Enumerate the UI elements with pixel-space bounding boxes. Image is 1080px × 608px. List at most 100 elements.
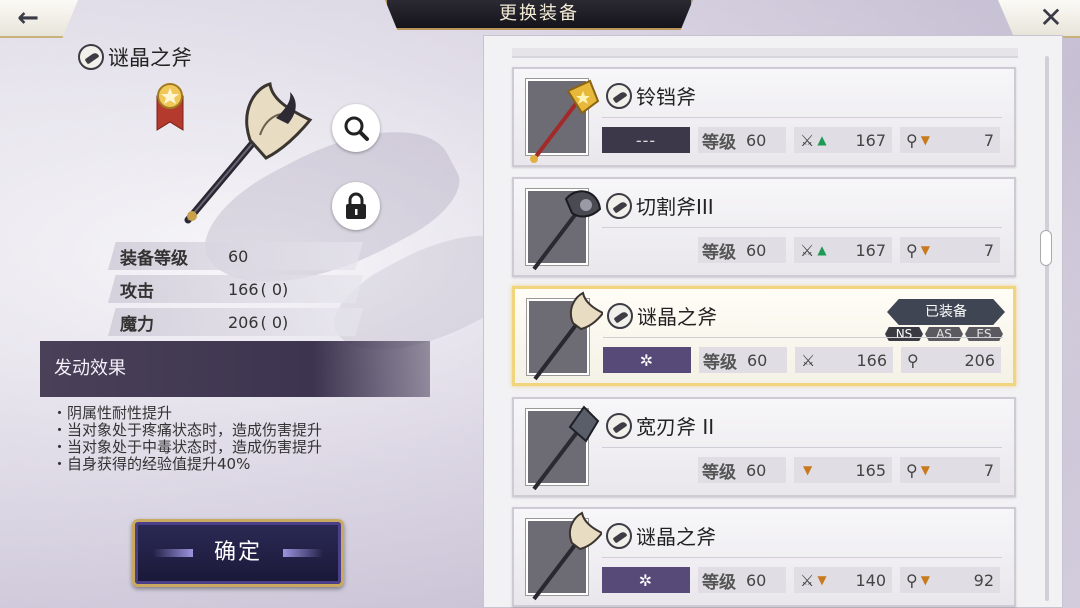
trend-up-icon: ▲ bbox=[817, 133, 827, 147]
divider bbox=[602, 117, 1002, 118]
equipment-name-row: 切割斧III bbox=[606, 191, 714, 220]
equipment-list-panel[interactable]: 铃铛斧 --- 等级 60 ⚔ ▲ 167 ⚲ ▼ 7 切割斧III 等级 60… bbox=[483, 35, 1063, 608]
trend-up-icon: ▲ bbox=[817, 243, 827, 257]
magic-value: 7 bbox=[983, 240, 994, 260]
magnifier-icon bbox=[344, 116, 369, 141]
divider bbox=[602, 447, 1002, 448]
axe-type-icon bbox=[606, 192, 632, 219]
equipment-thumbnail bbox=[527, 291, 603, 381]
divider bbox=[602, 557, 1002, 558]
staff-icon: ⚲ bbox=[907, 350, 919, 370]
axe-type-icon bbox=[606, 412, 632, 439]
stat-bonus: ( 0) bbox=[260, 312, 289, 332]
close-icon[interactable]: ✕ bbox=[1036, 4, 1066, 34]
staff-icon: ⚲ bbox=[906, 130, 918, 150]
level-value: 60 bbox=[746, 460, 767, 480]
level-value: 60 bbox=[746, 130, 767, 150]
trend-down-icon: ▼ bbox=[920, 463, 930, 477]
stat-label: 装备等级 bbox=[120, 248, 188, 269]
lock-icon bbox=[346, 192, 366, 219]
stat-row-magic: 魔力 206 ( 0) bbox=[108, 308, 363, 336]
equipment-card[interactable]: 切割斧III 等级 60 ⚔ ▲ 167 ⚲ ▼ 7 bbox=[512, 177, 1016, 277]
scrollbar-track[interactable] bbox=[1045, 56, 1049, 601]
bell-axe-image bbox=[530, 79, 600, 163]
level-label: 等级 bbox=[702, 242, 736, 263]
equipment-thumbnail bbox=[526, 511, 602, 601]
rune-tag: NS bbox=[885, 327, 923, 341]
rune-tag-group: NS AS ES bbox=[885, 327, 1003, 341]
scrollbar-thumb[interactable] bbox=[1040, 230, 1052, 266]
attack-slot: ⚔ 166 bbox=[795, 347, 893, 373]
level-slot: 等级 60 bbox=[699, 347, 787, 373]
staff-icon: ⚲ bbox=[906, 240, 918, 260]
axe-type-icon bbox=[78, 44, 104, 70]
stat-row-level: 装备等级 60 bbox=[108, 242, 363, 270]
level-slot: 等级 60 bbox=[698, 457, 786, 483]
level-slot: 等级 60 bbox=[698, 127, 786, 153]
lock-button[interactable] bbox=[332, 182, 380, 230]
rune-tag: AS bbox=[925, 327, 963, 341]
equipment-card-equipped[interactable]: 谜晶之斧 已装备 NS AS ES ✲ 等级 60 ⚔ 166 ⚲ 206 bbox=[512, 286, 1016, 386]
axe-preview-image bbox=[184, 82, 313, 224]
broad-axe-image bbox=[532, 405, 600, 491]
equipment-name-row: 宽刃斧 II bbox=[606, 411, 714, 440]
level-label: 等级 bbox=[702, 132, 736, 153]
equipment-name: 切割斧III bbox=[636, 195, 714, 219]
mystic-axe-image bbox=[532, 511, 602, 601]
level-value: 60 bbox=[746, 240, 767, 260]
stat-label: 魔力 bbox=[120, 314, 154, 335]
attack-slot: ⚔ ▲ 167 bbox=[794, 237, 892, 263]
level-label: 等级 bbox=[702, 572, 736, 593]
stat-label: 攻击 bbox=[120, 281, 154, 302]
mystic-axe-image bbox=[533, 291, 603, 381]
page-title: 更换装备 bbox=[385, 0, 693, 30]
equipment-card[interactable]: 宽刃斧 II 等级 60 ▼ 165 ⚲ ▼ 7 bbox=[512, 397, 1016, 497]
equipment-thumbnail bbox=[526, 405, 600, 491]
sword-icon: ⚔ bbox=[800, 130, 815, 150]
trend-down-icon: ▼ bbox=[817, 573, 827, 587]
stat-value: 166 bbox=[228, 279, 259, 299]
stat-bonus: ( 0) bbox=[260, 279, 289, 299]
confirm-button[interactable]: 确定 bbox=[132, 519, 344, 587]
trend-down-icon: ▼ bbox=[920, 243, 930, 257]
equipment-card[interactable]: 铃铛斧 --- 等级 60 ⚔ ▲ 167 ⚲ ▼ 7 bbox=[512, 67, 1016, 167]
magic-slot: ⚲ ▼ 7 bbox=[900, 127, 1000, 153]
magic-value: 206 bbox=[964, 350, 995, 370]
equipment-name-row: 铃铛斧 bbox=[606, 81, 696, 110]
sword-icon: ⚔ bbox=[800, 240, 815, 260]
effect-item: ・阴属性耐性提升 bbox=[52, 404, 173, 422]
equipment-name: 谜晶之斧 bbox=[637, 305, 717, 329]
previous-card-edge bbox=[512, 48, 1018, 58]
level-label: 等级 bbox=[703, 352, 737, 373]
zoom-button[interactable] bbox=[332, 104, 380, 152]
equipment-thumbnail bbox=[526, 79, 600, 163]
sword-icon: ⚔ bbox=[800, 570, 815, 590]
attack-value: 167 bbox=[855, 240, 886, 260]
equipped-badge: 已装备 bbox=[887, 299, 1005, 325]
level-label: 等级 bbox=[702, 462, 736, 483]
staff-icon: ⚲ bbox=[906, 460, 918, 480]
back-arrow-icon[interactable]: ← bbox=[8, 5, 48, 32]
level-slot: 等级 60 bbox=[698, 237, 786, 263]
item-name: 谜晶之斧 bbox=[108, 46, 192, 70]
trend-down-icon: ▼ bbox=[920, 573, 930, 587]
axe-type-icon bbox=[607, 302, 633, 329]
equipment-card[interactable]: 谜晶之斧 ✲ 等级 60 ⚔ ▼ 140 ⚲ ▼ 92 bbox=[512, 507, 1016, 607]
stat-row-attack: 攻击 166 ( 0) bbox=[108, 275, 363, 303]
rune-tag: ES bbox=[965, 327, 1003, 341]
effect-item: ・当对象处于中毒状态时，造成伤害提升 bbox=[52, 438, 323, 456]
equipment-name: 谜晶之斧 bbox=[636, 525, 716, 549]
divider bbox=[603, 337, 1003, 338]
equipment-name: 铃铛斧 bbox=[636, 85, 696, 109]
equipment-name-row: 谜晶之斧 bbox=[606, 521, 716, 550]
staff-icon: ⚲ bbox=[906, 570, 918, 590]
rune-slot: --- bbox=[602, 127, 690, 153]
attack-value: 140 bbox=[855, 570, 886, 590]
attack-slot: ▼ 165 bbox=[794, 457, 892, 483]
item-title: 谜晶之斧 bbox=[78, 42, 192, 72]
magic-value: 7 bbox=[983, 130, 994, 150]
attack-slot: ⚔ ▼ 140 bbox=[794, 567, 892, 593]
sword-icon: ⚔ bbox=[801, 350, 816, 370]
axe-type-icon bbox=[606, 82, 632, 109]
effect-section-title: 发动效果 bbox=[40, 341, 430, 397]
